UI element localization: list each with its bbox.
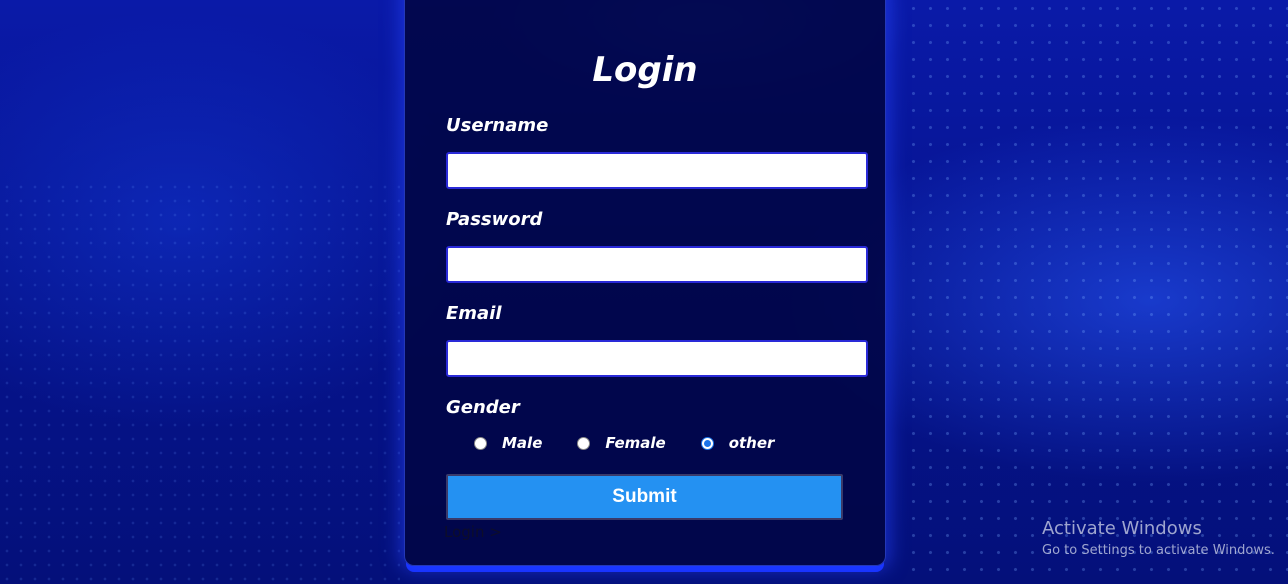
watermark-title: Activate Windows <box>1042 518 1202 539</box>
activate-windows-watermark: Activate Windows Go to Settings to activ… <box>1042 518 1275 560</box>
password-label: Password <box>446 209 543 230</box>
radio-unselected-icon[interactable] <box>474 436 487 450</box>
radio-selected-icon[interactable] <box>700 436 714 450</box>
login-link[interactable]: Login > <box>444 523 502 541</box>
submit-button[interactable]: Submit <box>446 474 843 520</box>
gender-option-label: Male <box>502 434 543 452</box>
watermark-subtitle: Go to Settings to activate Windows. <box>1042 543 1275 558</box>
email-input[interactable] <box>446 340 868 377</box>
background-dots-right <box>905 0 1288 584</box>
password-input[interactable] <box>446 246 868 283</box>
gender-option-other[interactable]: other <box>700 434 775 452</box>
gender-option-label: other <box>728 434 775 452</box>
form-title: Login <box>592 50 698 90</box>
username-label: Username <box>446 115 549 136</box>
username-input[interactable] <box>446 152 868 189</box>
background-dots-left <box>0 180 400 584</box>
gender-option-female[interactable]: Female <box>577 434 666 452</box>
gender-label: Gender <box>446 397 520 418</box>
gender-option-label: Female <box>605 434 666 452</box>
email-label: Email <box>446 303 502 324</box>
gender-radio-group: Male Female other <box>474 432 774 454</box>
gender-option-male[interactable]: Male <box>474 434 542 452</box>
radio-unselected-icon[interactable] <box>577 436 591 450</box>
